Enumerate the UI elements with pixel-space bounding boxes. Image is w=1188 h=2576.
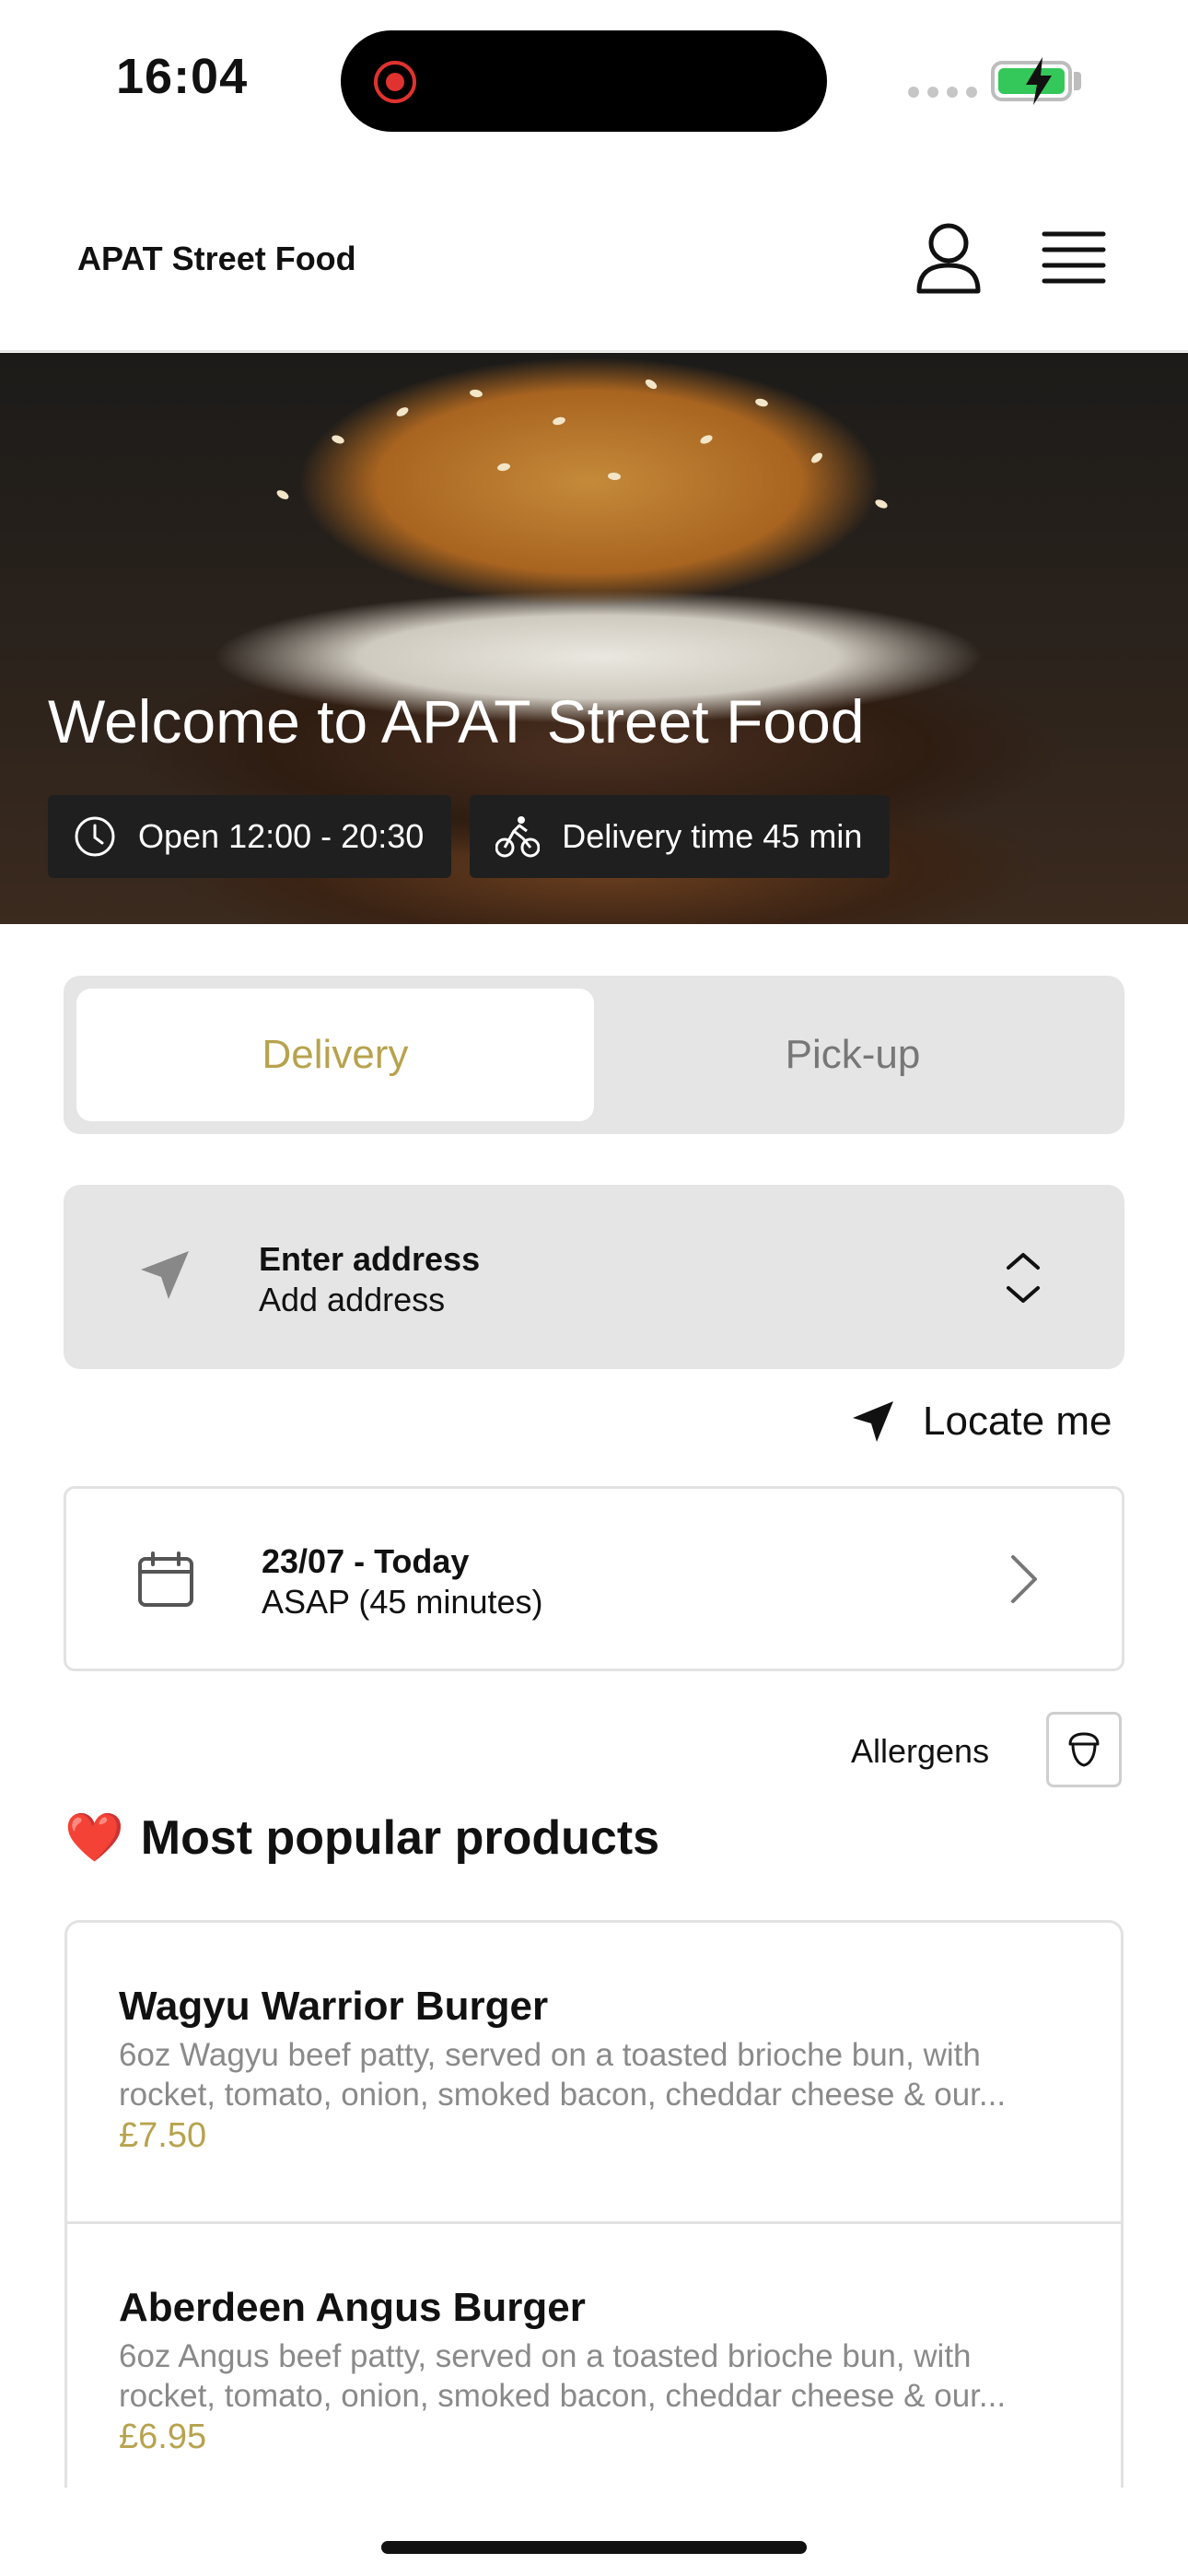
battery-cap bbox=[1074, 72, 1081, 90]
charging-bolt-icon bbox=[1026, 57, 1052, 105]
cellular-signal-icon bbox=[908, 87, 977, 98]
opening-hours-text: Open 12:00 - 20:30 bbox=[138, 817, 425, 855]
cyclist-icon bbox=[495, 816, 541, 858]
product-description: 6oz Wagyu beef patty, served on a toaste… bbox=[119, 2037, 1007, 2113]
hero-banner: Welcome to APAT Street Food Open 12:00 -… bbox=[0, 353, 1188, 924]
allergens-button[interactable] bbox=[1046, 1712, 1122, 1787]
chevron-right-icon bbox=[1011, 1555, 1037, 1603]
product-card[interactable]: Aberdeen Angus Burger 6oz Angus beef pat… bbox=[67, 2221, 1121, 2488]
location-arrow-icon bbox=[853, 1401, 893, 1442]
recording-indicator-icon bbox=[374, 61, 416, 103]
brand-name: APAT Street Food bbox=[77, 240, 356, 277]
hamburger-menu-icon bbox=[1042, 231, 1106, 284]
allergens-label: Allergens bbox=[851, 1732, 990, 1770]
status-time: 16:04 bbox=[116, 49, 249, 104]
navigation-arrow-icon bbox=[141, 1251, 189, 1299]
locate-me-label: Locate me bbox=[923, 1399, 1112, 1444]
product-price: £6.95 bbox=[119, 2418, 207, 2456]
acorn-icon bbox=[1068, 1732, 1100, 1767]
account-button[interactable] bbox=[914, 221, 984, 295]
address-selector[interactable]: Enter address Add address bbox=[64, 1185, 1124, 1369]
dynamic-island bbox=[341, 30, 827, 132]
hero-badges: Open 12:00 - 20:30 Delivery time 45 min bbox=[48, 795, 891, 878]
product-card[interactable]: Wagyu Warrior Burger 6oz Wagyu beef patt… bbox=[67, 1923, 1121, 2221]
product-list: Wagyu Warrior Burger 6oz Wagyu beef patt… bbox=[64, 1920, 1124, 2488]
battery-icon bbox=[991, 57, 1072, 105]
product-description: 6oz Angus beef patty, served on a toaste… bbox=[119, 2338, 1007, 2414]
product-name: Wagyu Warrior Burger bbox=[119, 1984, 549, 2029]
popular-products-title: Most popular products bbox=[140, 1810, 660, 1865]
popular-products-heading: ❤️ Most popular products bbox=[64, 1809, 659, 1866]
locate-me-button[interactable]: Locate me bbox=[851, 1399, 1112, 1445]
app-header: APAT Street Food bbox=[0, 166, 1188, 352]
clock-icon bbox=[75, 816, 115, 857]
opening-hours-badge: Open 12:00 - 20:30 bbox=[48, 795, 452, 878]
menu-button[interactable] bbox=[1041, 225, 1107, 291]
heart-icon: ❤️ bbox=[64, 1811, 124, 1865]
product-name: Aberdeen Angus Burger bbox=[119, 2285, 586, 2330]
user-icon bbox=[916, 223, 981, 294]
order-mode-toggle: Delivery Pick-up bbox=[64, 976, 1124, 1134]
hero-title: Welcome to APAT Street Food bbox=[48, 687, 865, 755]
schedule-date: 23/07 - Today bbox=[262, 1542, 470, 1580]
home-indicator[interactable] bbox=[381, 2541, 807, 2554]
calendar-icon bbox=[138, 1551, 193, 1607]
status-bar: 16:04 bbox=[0, 0, 1188, 166]
schedule-time: ASAP (45 minutes) bbox=[262, 1583, 543, 1621]
delivery-time-badge: Delivery time 45 min bbox=[470, 795, 891, 878]
product-price: £7.50 bbox=[119, 2116, 207, 2155]
schedule-selector[interactable]: 23/07 - Today ASAP (45 minutes) bbox=[64, 1486, 1124, 1671]
delivery-tab[interactable]: Delivery bbox=[76, 989, 594, 1121]
chevron-up-down-icon bbox=[1007, 1253, 1040, 1303]
address-title: Enter address bbox=[259, 1240, 481, 1278]
delivery-time-text: Delivery time 45 min bbox=[562, 817, 863, 855]
address-subtitle: Add address bbox=[259, 1281, 446, 1318]
pickup-tab[interactable]: Pick-up bbox=[594, 989, 1112, 1121]
